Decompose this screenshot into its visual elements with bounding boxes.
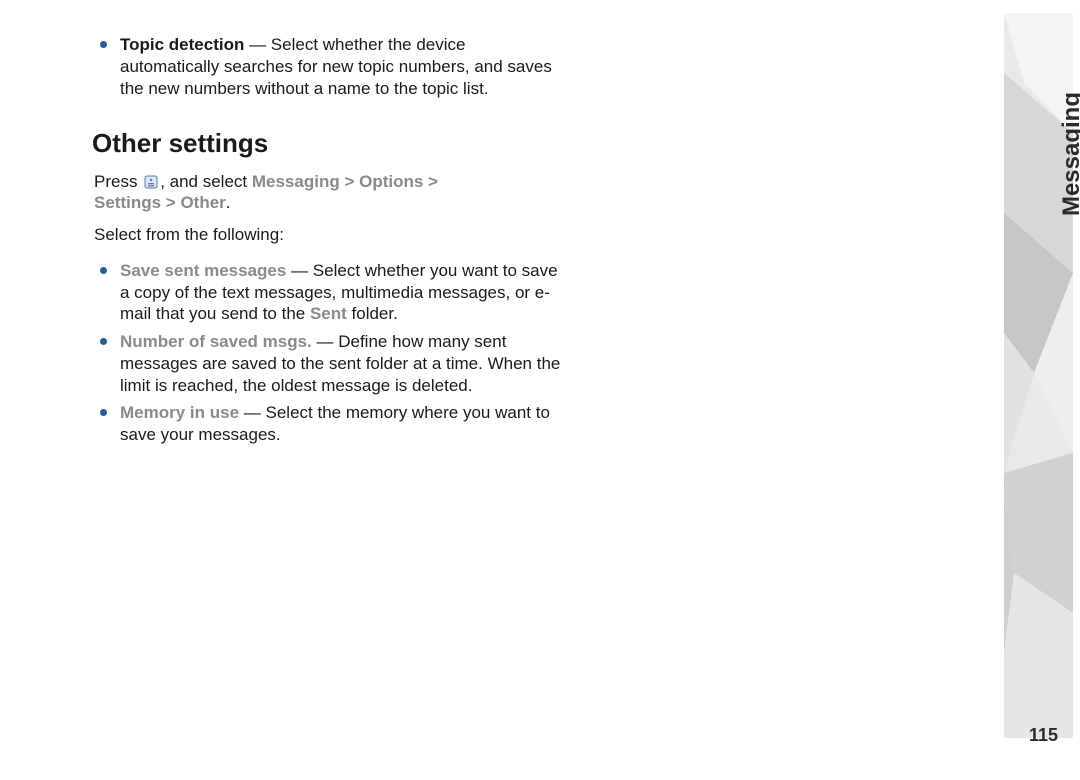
bullet-lead: Topic detection [120, 35, 244, 54]
nav-path-messaging: Messaging [252, 172, 340, 191]
section-heading: Other settings [92, 127, 564, 160]
sent-folder-word: Sent [310, 304, 347, 323]
nav-path-options: Options [359, 172, 423, 191]
navigation-path: Press , and select Messaging > Options >… [94, 171, 564, 215]
nav-before-icon: Press [94, 172, 142, 191]
nav-sep: > [340, 172, 359, 191]
menu-key-icon [144, 175, 158, 189]
bullet-text-after: folder. [347, 304, 398, 323]
nav-period: . [226, 193, 231, 212]
section-tab-label: Messaging [1058, 92, 1080, 216]
nav-path-other: Other [180, 193, 225, 212]
bullet-topic-detection: Topic detection — Select whether the dev… [94, 34, 564, 99]
nav-sep: > [161, 193, 180, 212]
bullet-lead: Number of saved msgs. [120, 332, 312, 351]
body-text-column: Topic detection — Select whether the dev… [94, 34, 564, 452]
bullet-lead: Memory in use [120, 403, 239, 422]
bullet-save-sent-messages: Save sent messages — Select whether you … [94, 260, 564, 325]
follow-text: Select from the following: [94, 224, 564, 246]
bullet-memory-in-use: Memory in use — Select the memory where … [94, 402, 564, 446]
nav-after-icon: , and select [160, 172, 252, 191]
nav-path-settings: Settings [94, 193, 161, 212]
manual-page: Topic detection — Select whether the dev… [0, 0, 1080, 780]
nav-sep: > [423, 172, 438, 191]
page-number: 115 [1029, 725, 1058, 746]
bullet-number-of-saved-msgs: Number of saved msgs. — Define how many … [94, 331, 564, 396]
bullet-lead: Save sent messages [120, 261, 286, 280]
